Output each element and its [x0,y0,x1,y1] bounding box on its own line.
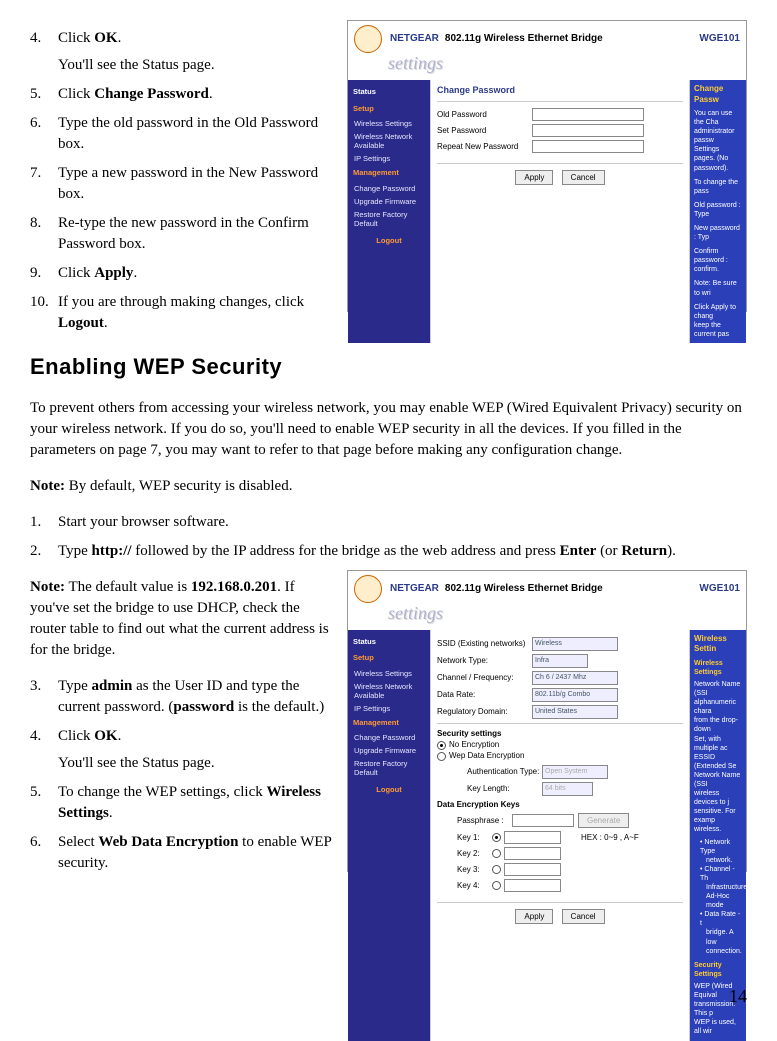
apply-button[interactable]: Apply [515,170,553,185]
help-panel-2: Wireless Settin Wireless Settings Networ… [690,630,746,1041]
ssid-select[interactable]: Wireless [532,637,618,651]
radio-k3[interactable] [492,865,501,874]
auth-select[interactable]: Open System [542,765,608,779]
radio-wep[interactable] [437,752,446,761]
sidebar-restore[interactable]: Restore Factory Default [348,208,430,230]
sidebar-2: Status Setup Wireless Settings Wireless … [348,630,430,1041]
step: 5.Click Change Password. [30,84,335,105]
sidebar-ip[interactable]: IP Settings [348,152,430,165]
sidebar-logout[interactable]: Logout [348,230,430,253]
brand: NETGEAR [390,32,439,46]
main-panel: Change Password Old Password Set Passwor… [430,80,690,343]
step: 6.Select Web Data Encryption to enable W… [30,832,335,874]
step: 2.Type http:// followed by the IP addres… [30,541,747,562]
k4-input[interactable] [504,879,561,892]
cancel-button[interactable]: Cancel [562,170,605,185]
step: 6.Type the old password in the Old Passw… [30,113,335,155]
sidebar-cpw[interactable]: Change Password [348,182,430,195]
set-pw-label: Set Password [437,125,532,136]
generate-button[interactable]: Generate [578,813,629,828]
radio-k4[interactable] [492,881,501,890]
main-panel-2: SSID (Existing networks)Wireless Network… [430,630,690,1041]
panel-title: Change Password [437,84,683,102]
cancel-button-2[interactable]: Cancel [562,909,605,924]
netgear-logo-icon [354,575,382,603]
settings-word: settings [348,51,746,76]
step: 4.Click OK.You'll see the Status page. [30,726,335,774]
help-title: Change Passw [694,84,742,105]
step: 8.Re-type the new password in the Confir… [30,213,335,255]
product-title: 802.11g Wireless Ethernet Bridge [445,32,603,46]
sidebar-upgrade[interactable]: Upgrade Firmware [348,195,430,208]
passphrase-input[interactable] [512,814,574,827]
rate-select[interactable]: 802.11b/g Combo [532,688,618,702]
help-panel: Change Passw You can use the Cha adminis… [690,80,746,343]
apply-button-2[interactable]: Apply [515,909,553,924]
netgear-logo-icon [354,25,382,53]
radio-noenc[interactable] [437,741,446,750]
section-heading: Enabling WEP Security [30,352,747,383]
screenshot-wireless-settings: NETGEAR 802.11g Wireless Ethernet Bridge… [347,570,747,872]
sidebar-wnet[interactable]: Wireless Network Available [348,130,430,152]
step: 9.Click Apply. [30,263,335,284]
model: WGE101 [699,32,740,46]
note-1: Note: By default, WEP security is disabl… [30,476,747,497]
radio-k1[interactable] [492,833,501,842]
nettype-select[interactable]: Infra [532,654,588,668]
sidebar-setup: Setup [348,101,430,118]
sidebar-mgmt: Management [348,165,430,182]
sidebar: Status Setup Wireless Settings Wireless … [348,80,430,343]
sidebar-wireless[interactable]: Wireless Settings [348,117,430,130]
step: 4.Click OK.You'll see the Status page. [30,28,335,76]
sidebar-status[interactable]: Status [348,84,430,101]
chan-select[interactable]: Ch 6 / 2437 Mhz [532,671,618,685]
k1-input[interactable] [504,831,561,844]
step: 1.Start your browser software. [30,512,747,533]
k2-input[interactable] [504,847,561,860]
klen-select[interactable]: 64 bits [542,782,593,796]
step: 10.If you are through making changes, cl… [30,292,335,334]
k3-input[interactable] [504,863,561,876]
reg-select[interactable]: United States [532,705,618,719]
page-number: 14 [729,984,747,1009]
repeat-pw-label: Repeat New Password [437,141,532,152]
intro-para: To prevent others from accessing your wi… [30,398,747,461]
old-pw-input[interactable] [532,108,644,121]
old-pw-label: Old Password [437,109,532,120]
repeat-pw-input[interactable] [532,140,644,153]
radio-k2[interactable] [492,849,501,858]
set-pw-input[interactable] [532,124,644,137]
step: 3.Type admin as the User ID and type the… [30,676,335,718]
step: 5.To change the WEP settings, click Wire… [30,782,335,824]
screenshot-change-password: NETGEAR 802.11g Wireless Ethernet Bridge… [347,20,747,312]
step: 7.Type a new password in the New Passwor… [30,163,335,205]
